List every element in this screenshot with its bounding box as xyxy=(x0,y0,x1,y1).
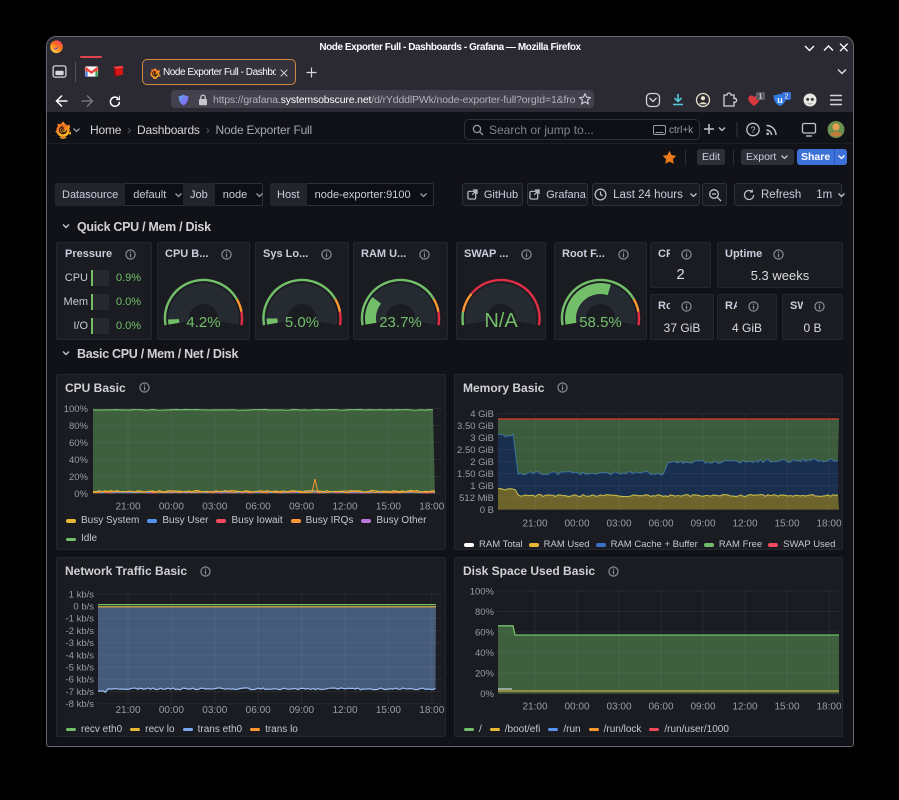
svg-text:2: 2 xyxy=(785,94,789,101)
svg-text:-6 kb/s: -6 kb/s xyxy=(65,675,94,686)
svg-text:512 MiB: 512 MiB xyxy=(459,492,494,503)
svg-text:06:00: 06:00 xyxy=(648,518,673,529)
svg-text:-7 kb/s: -7 kb/s xyxy=(65,687,94,698)
svg-text:-1 kb/s: -1 kb/s xyxy=(65,614,94,625)
svg-text:21:00: 21:00 xyxy=(115,705,140,716)
svg-text:-2 kb/s: -2 kb/s xyxy=(65,626,94,637)
svg-text:u: u xyxy=(777,95,783,105)
svg-text:20%: 20% xyxy=(69,471,89,482)
svg-text:15:00: 15:00 xyxy=(774,518,799,529)
svg-text:4.2%: 4.2% xyxy=(186,314,220,331)
svg-text:1.50 GiB: 1.50 GiB xyxy=(457,468,494,479)
svg-text:3.50 GiB: 3.50 GiB xyxy=(457,420,494,431)
svg-text:-8 kb/s: -8 kb/s xyxy=(65,699,94,710)
svg-text:60%: 60% xyxy=(475,627,495,638)
svg-text:2 GiB: 2 GiB xyxy=(470,456,494,467)
svg-text:N/A: N/A xyxy=(484,310,518,332)
svg-text:1 GiB: 1 GiB xyxy=(470,480,494,491)
svg-text:60%: 60% xyxy=(69,437,89,448)
svg-text:58.5%: 58.5% xyxy=(579,314,622,331)
svg-text:40%: 40% xyxy=(475,648,495,659)
svg-text:-5 kb/s: -5 kb/s xyxy=(65,663,94,674)
svg-text:21:00: 21:00 xyxy=(522,702,547,713)
svg-text:15:00: 15:00 xyxy=(376,705,401,716)
svg-text:80%: 80% xyxy=(69,420,89,431)
svg-text:21:00: 21:00 xyxy=(522,518,547,529)
svg-text:100%: 100% xyxy=(470,586,495,597)
svg-text:80%: 80% xyxy=(475,607,495,618)
svg-text:?: ? xyxy=(750,125,755,135)
svg-text:00:00: 00:00 xyxy=(564,518,589,529)
svg-text:1 kb/s: 1 kb/s xyxy=(69,589,95,600)
svg-text:03:00: 03:00 xyxy=(606,702,631,713)
svg-text:23.7%: 23.7% xyxy=(379,314,422,331)
svg-text:06:00: 06:00 xyxy=(648,702,673,713)
svg-text:-4 kb/s: -4 kb/s xyxy=(65,650,94,661)
svg-text:18:00: 18:00 xyxy=(816,518,841,529)
svg-text:0%: 0% xyxy=(74,488,88,499)
svg-text:03:00: 03:00 xyxy=(202,705,227,716)
svg-text:2.50 GiB: 2.50 GiB xyxy=(457,444,494,455)
svg-text:09:00: 09:00 xyxy=(289,705,314,716)
svg-text:12:00: 12:00 xyxy=(732,518,757,529)
svg-text:0%: 0% xyxy=(480,689,494,700)
svg-text:4 GiB: 4 GiB xyxy=(470,408,494,419)
svg-text:03:00: 03:00 xyxy=(606,518,631,529)
svg-text:100%: 100% xyxy=(64,403,89,414)
svg-text:12:00: 12:00 xyxy=(732,702,757,713)
svg-text:0 b/s: 0 b/s xyxy=(73,602,94,613)
svg-text:5.0%: 5.0% xyxy=(285,314,319,331)
svg-text:09:00: 09:00 xyxy=(690,518,715,529)
svg-text:00:00: 00:00 xyxy=(564,702,589,713)
svg-text:18:00: 18:00 xyxy=(419,705,444,716)
svg-text:0 B: 0 B xyxy=(480,504,494,515)
svg-text:15:00: 15:00 xyxy=(774,702,799,713)
svg-text:20%: 20% xyxy=(475,668,495,679)
svg-text:09:00: 09:00 xyxy=(690,702,715,713)
svg-text:3 GiB: 3 GiB xyxy=(470,432,494,443)
svg-text:00:00: 00:00 xyxy=(159,705,184,716)
svg-text:-3 kb/s: -3 kb/s xyxy=(65,638,94,649)
svg-text:18:00: 18:00 xyxy=(816,702,841,713)
svg-text:40%: 40% xyxy=(69,454,89,465)
svg-text:06:00: 06:00 xyxy=(246,705,271,716)
svg-text:1: 1 xyxy=(759,94,763,101)
svg-text:12:00: 12:00 xyxy=(332,705,357,716)
